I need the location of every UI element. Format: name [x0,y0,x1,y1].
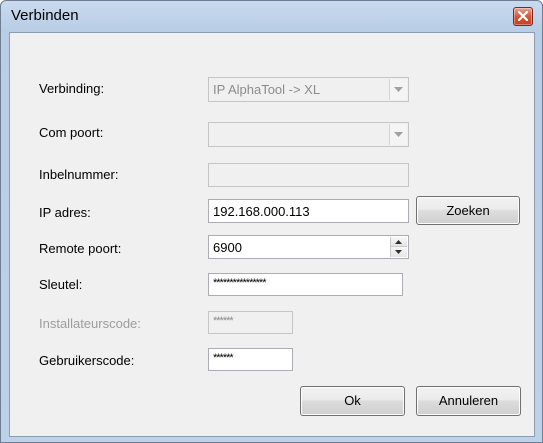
remote-poort-spin-buttons [390,237,407,257]
inbelnummer-field[interactable] [208,163,409,187]
inbelnummer-label: Inbelnummer: [39,167,119,182]
zoeken-button-label: Zoeken [446,203,490,218]
verbinding-select[interactable]: IP AlphaTool -> XL [208,77,409,102]
gebruikerscode-password-field[interactable]: ****** [208,348,293,371]
dialog-client-area: Verbinding: IP AlphaTool -> XL Com poort… [9,32,535,437]
com-poort-dropdown-button[interactable] [389,124,407,145]
verbinding-label: Verbinding: [39,81,105,96]
annuleren-button[interactable]: Annuleren [416,386,521,416]
installateurscode-label: Installateurscode: [39,316,141,331]
zoeken-button[interactable]: Zoeken [416,196,520,225]
sleutel-password-field[interactable]: **************** [208,273,403,296]
gebruikerscode-label: Gebruikerscode: [39,353,135,368]
ip-adres-label: IP adres: [39,205,91,220]
title-bar[interactable]: Verbinden [1,1,542,31]
verbinding-dropdown-button[interactable] [389,79,407,100]
spin-up-icon [395,240,402,244]
remote-poort-label: Remote poort: [39,241,122,256]
close-button[interactable] [513,7,533,26]
annuleren-button-label: Annuleren [438,393,499,408]
spin-up-button[interactable] [391,237,407,247]
spin-down-icon [395,250,402,254]
com-poort-select[interactable] [208,122,409,147]
chevron-down-icon [394,87,403,92]
remote-poort-value: 6900 [213,240,242,255]
installateurscode-password-field[interactable]: ****** [208,311,293,334]
ip-adres-field[interactable]: 192.168.000.113 [208,199,409,223]
spin-down-button[interactable] [391,247,407,257]
com-poort-label: Com poort: [39,125,104,140]
ok-button-label: Ok [344,393,361,408]
chevron-down-icon [394,132,403,137]
ok-button[interactable]: Ok [300,386,405,416]
close-icon [518,11,528,21]
verbinding-value: IP AlphaTool -> XL [213,82,321,97]
sleutel-label: Sleutel: [39,277,83,292]
dialog-window: Verbinden Verbinding: IP AlphaTool -> XL… [0,0,543,443]
window-title: Verbinden [11,7,79,24]
remote-poort-stepper[interactable]: 6900 [208,235,409,259]
